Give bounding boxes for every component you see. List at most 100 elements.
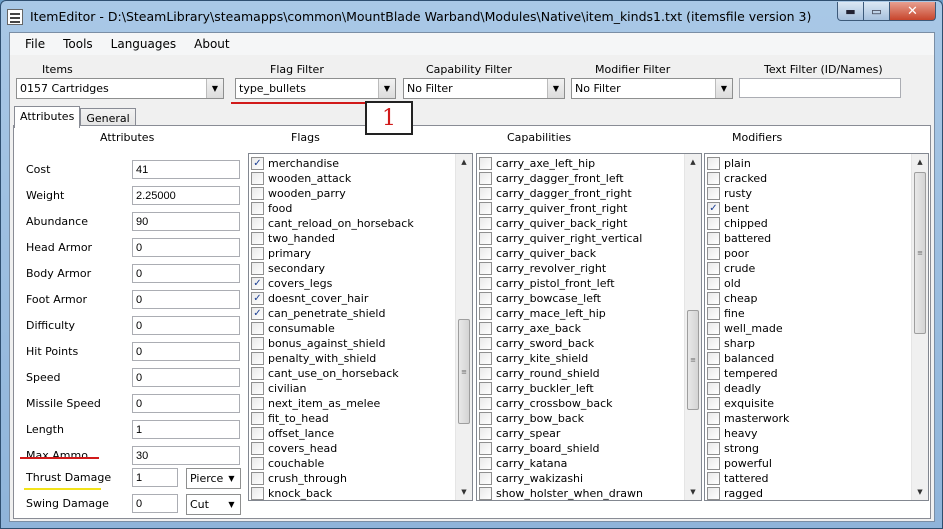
capability-item[interactable]: carry_quiver_right_vertical <box>479 231 683 246</box>
tab-attributes[interactable]: Attributes <box>14 106 81 128</box>
capability-item[interactable]: carry_board_shield <box>479 441 683 456</box>
checkbox-unchecked[interactable] <box>479 247 492 260</box>
checkbox-unchecked[interactable] <box>251 172 264 185</box>
flag-item[interactable]: covers_head <box>251 441 454 456</box>
body-armor-input[interactable] <box>132 264 240 283</box>
modifier-item[interactable]: tempered <box>707 366 910 381</box>
flag-item[interactable]: civilian <box>251 381 454 396</box>
checkbox-checked[interactable]: ✓ <box>251 157 264 170</box>
flag-item[interactable]: ✓ merchandise <box>251 156 454 171</box>
checkbox-unchecked[interactable] <box>707 427 720 440</box>
chevron-down-icon[interactable]: ▼ <box>378 79 395 98</box>
checkbox-unchecked[interactable] <box>707 307 720 320</box>
capability-item[interactable]: carry_axe_back <box>479 321 683 336</box>
flag-item[interactable]: secondary <box>251 261 454 276</box>
checkbox-unchecked[interactable] <box>251 247 264 260</box>
scroll-thumb[interactable]: ≡ <box>687 310 699 410</box>
capability-item[interactable]: carry_quiver_front_right <box>479 201 683 216</box>
chevron-down-icon[interactable]: ▼ <box>715 79 732 98</box>
foot-armor-input[interactable] <box>132 290 240 309</box>
checkbox-unchecked[interactable] <box>479 277 492 290</box>
flag-item[interactable]: cant_reload_on_horseback <box>251 216 454 231</box>
scroll-up-icon[interactable]: ▲ <box>912 154 928 170</box>
modifier-item[interactable]: deadly <box>707 381 910 396</box>
checkbox-unchecked[interactable] <box>251 367 264 380</box>
menu-languages[interactable]: Languages <box>103 37 184 51</box>
checkbox-unchecked[interactable] <box>479 382 492 395</box>
checkbox-checked[interactable]: ✓ <box>251 307 264 320</box>
checkbox-unchecked[interactable] <box>251 427 264 440</box>
flag-item[interactable]: wooden_attack <box>251 171 454 186</box>
checkbox-unchecked[interactable] <box>707 187 720 200</box>
capability-item[interactable]: carry_kite_shield <box>479 351 683 366</box>
checkbox-unchecked[interactable] <box>251 352 264 365</box>
capabilities-scrollbar[interactable]: ▲ ≡ ▼ <box>684 154 701 500</box>
flag-item[interactable]: couchable <box>251 456 454 471</box>
modifier-item[interactable]: old <box>707 276 910 291</box>
checkbox-unchecked[interactable] <box>707 397 720 410</box>
missile-speed-input[interactable] <box>132 394 240 413</box>
chevron-down-icon[interactable]: ▼ <box>206 79 223 98</box>
modifier-item[interactable]: rusty <box>707 186 910 201</box>
length-input[interactable] <box>132 420 240 439</box>
scroll-up-icon[interactable]: ▲ <box>456 154 472 170</box>
flag-item[interactable]: cant_use_on_horseback <box>251 366 454 381</box>
capability-item[interactable]: carry_bowcase_left <box>479 291 683 306</box>
flag-item[interactable]: ✓ doesnt_cover_hair <box>251 291 454 306</box>
chevron-down-icon[interactable]: ▼ <box>223 495 240 514</box>
modifier-item[interactable]: chipped <box>707 216 910 231</box>
chevron-down-icon[interactable]: ▼ <box>547 79 564 98</box>
thrust-damage-input[interactable] <box>132 468 178 487</box>
checkbox-unchecked[interactable] <box>251 382 264 395</box>
checkbox-unchecked[interactable] <box>707 487 720 500</box>
checkbox-unchecked[interactable] <box>479 172 492 185</box>
flag-item[interactable]: penalty_with_shield <box>251 351 454 366</box>
weight-input[interactable] <box>132 186 240 205</box>
checkbox-unchecked[interactable] <box>251 217 264 230</box>
cost-input[interactable] <box>132 160 240 179</box>
scroll-up-icon[interactable]: ▲ <box>685 154 701 170</box>
scroll-down-icon[interactable]: ▼ <box>456 484 472 500</box>
checkbox-unchecked[interactable] <box>479 487 492 500</box>
text-filter-input[interactable] <box>739 78 901 98</box>
flag-item[interactable]: primary <box>251 246 454 261</box>
checkbox-unchecked[interactable] <box>479 232 492 245</box>
checkbox-unchecked[interactable] <box>707 172 720 185</box>
capability-item[interactable]: carry_buckler_left <box>479 381 683 396</box>
modifier-item[interactable]: balanced <box>707 351 910 366</box>
menu-tools[interactable]: Tools <box>55 37 101 51</box>
checkbox-unchecked[interactable] <box>251 457 264 470</box>
checkbox-unchecked[interactable] <box>707 217 720 230</box>
flag-item[interactable]: consumable <box>251 321 454 336</box>
checkbox-unchecked[interactable] <box>251 337 264 350</box>
checkbox-unchecked[interactable] <box>251 472 264 485</box>
swing-damage-input[interactable] <box>132 494 178 513</box>
items-combo[interactable]: 0157 Cartridges ▼ <box>16 78 224 99</box>
checkbox-unchecked[interactable] <box>707 262 720 275</box>
checkbox-unchecked[interactable] <box>707 442 720 455</box>
modifier-item[interactable]: cheap <box>707 291 910 306</box>
flag-filter-combo[interactable]: type_bullets ▼ <box>235 78 396 99</box>
flag-item[interactable]: bonus_against_shield <box>251 336 454 351</box>
capability-item[interactable]: carry_mace_left_hip <box>479 306 683 321</box>
flags-list[interactable]: ✓ merchandise wooden_attack wooden_parry foo… <box>248 153 473 501</box>
checkbox-checked[interactable]: ✓ <box>251 292 264 305</box>
modifier-item[interactable]: sharp <box>707 336 910 351</box>
checkbox-unchecked[interactable] <box>479 307 492 320</box>
minimize-button[interactable]: ▬ <box>837 2 864 21</box>
checkbox-unchecked[interactable] <box>479 262 492 275</box>
checkbox-unchecked[interactable] <box>479 352 492 365</box>
checkbox-unchecked[interactable] <box>479 442 492 455</box>
checkbox-unchecked[interactable] <box>707 412 720 425</box>
checkbox-unchecked[interactable] <box>479 457 492 470</box>
flag-item[interactable]: fit_to_head <box>251 411 454 426</box>
checkbox-unchecked[interactable] <box>707 292 720 305</box>
modifier-filter-combo[interactable]: No Filter ▼ <box>571 78 733 99</box>
checkbox-unchecked[interactable] <box>251 232 264 245</box>
flag-item[interactable]: wooden_parry <box>251 186 454 201</box>
modifier-item[interactable]: exquisite <box>707 396 910 411</box>
close-button[interactable]: ✕ <box>890 2 936 21</box>
capability-item[interactable]: carry_katana <box>479 456 683 471</box>
flag-item[interactable]: knock_back <box>251 486 454 500</box>
abundance-input[interactable] <box>132 212 240 231</box>
